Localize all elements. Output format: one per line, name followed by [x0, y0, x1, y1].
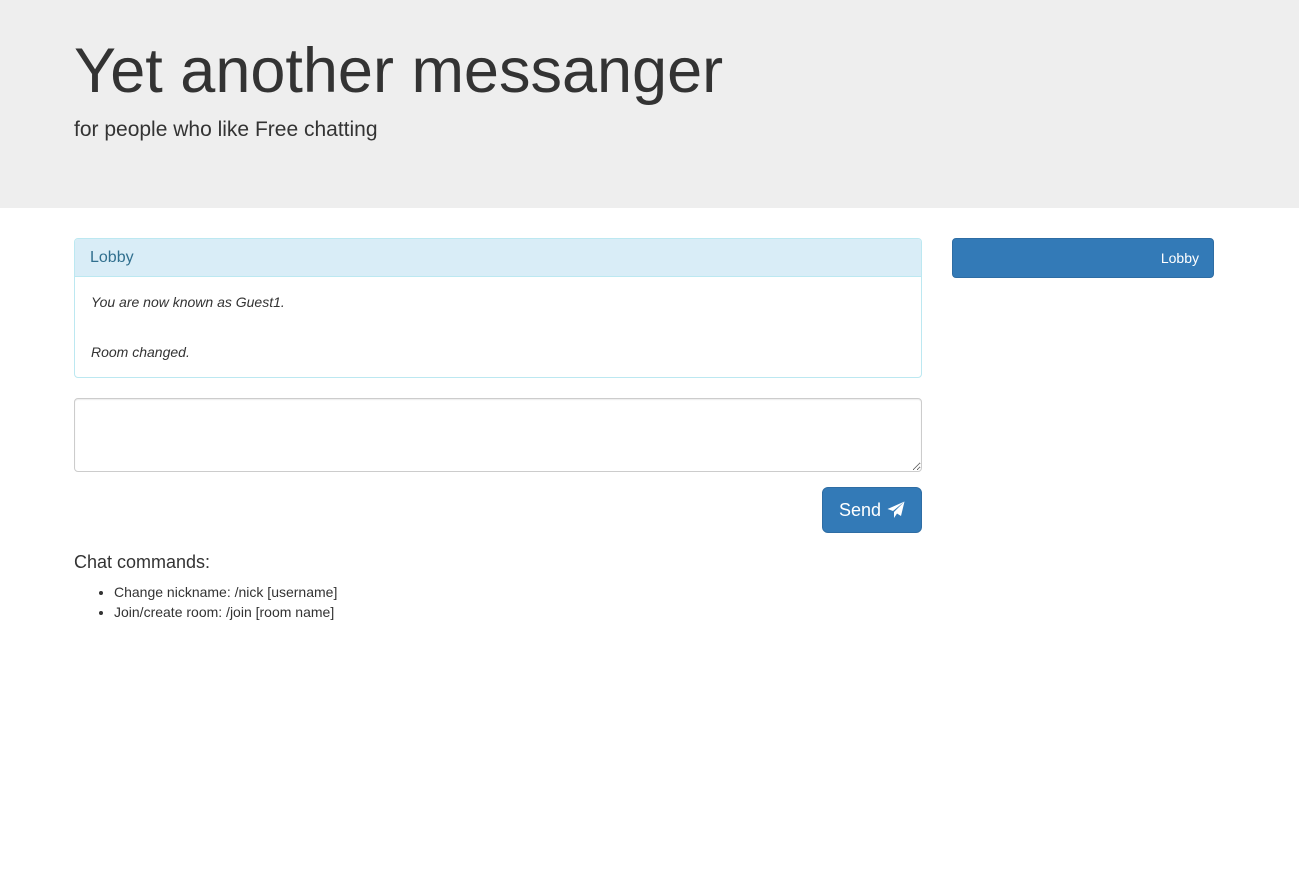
system-message: You are now known as Guest1.	[91, 294, 285, 310]
chat-commands-list: Change nickname: /nick [username] Join/c…	[74, 582, 337, 622]
send-button[interactable]: Send	[822, 487, 922, 533]
paper-plane-icon	[887, 501, 905, 519]
send-button-label: Send	[838, 499, 882, 520]
header-jumbotron: Yet another messanger for people who lik…	[0, 0, 1299, 208]
list-item: Change nickname: /nick [username]	[114, 582, 337, 602]
chat-room-heading: Lobby	[75, 239, 921, 277]
page-title: Yet another messanger	[74, 36, 724, 106]
chat-panel: Lobby You are now known as Guest1. Room …	[74, 238, 922, 378]
message-input[interactable]	[74, 398, 922, 472]
room-button-lobby[interactable]: Lobby	[952, 238, 1214, 278]
list-item: Join/create room: /join [room name]	[114, 602, 337, 622]
page-subtitle: for people who like Free chatting	[74, 118, 378, 141]
system-message: Room changed.	[91, 344, 190, 360]
chat-commands-title: Chat commands:	[74, 552, 211, 572]
